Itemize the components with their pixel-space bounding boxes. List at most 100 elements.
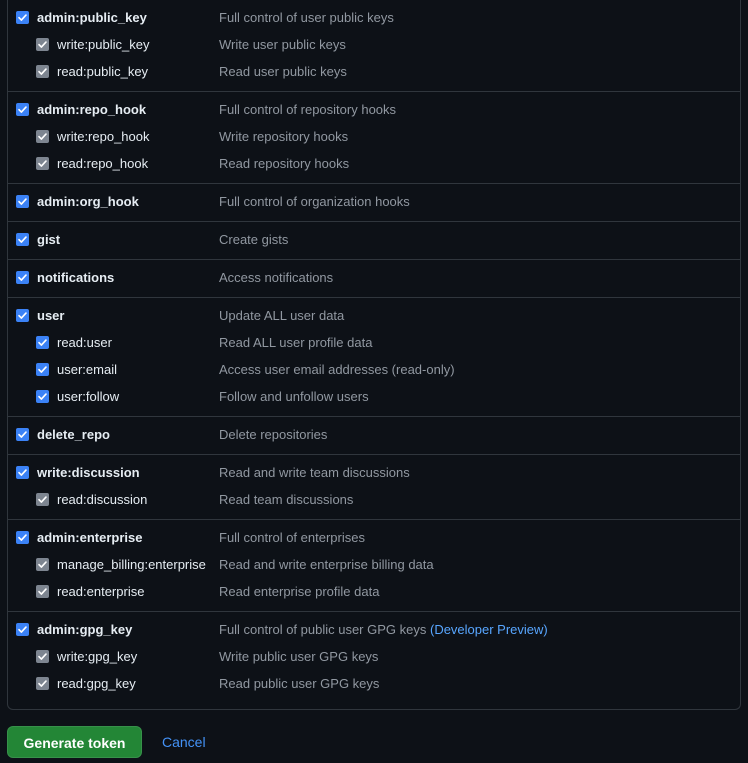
description-text: Full control of repository hooks xyxy=(219,102,397,117)
subscope-name: write:gpg_key xyxy=(57,649,138,664)
scope-group-admin-org-hook: admin:org_hook Full control of organizati… xyxy=(8,183,740,221)
scope-description: Update ALL user data xyxy=(219,307,344,325)
scope-checkbox-admin-org-hook[interactable] xyxy=(16,195,29,208)
subscope-name: manage_billing:enterprise xyxy=(57,557,206,572)
generate-token-button[interactable]: Generate token xyxy=(7,726,142,758)
scope-group-write-discussion: write:discussion Read and write team disc… xyxy=(8,454,740,519)
scope-row-user: user Update ALL user data xyxy=(8,307,740,334)
scope-subrow: write:gpg_key Write public user GPG keys xyxy=(8,648,740,675)
subscope-description: Write public user GPG keys xyxy=(219,648,378,666)
description-text: Update ALL user data xyxy=(219,308,345,323)
scope-description: Full control of organization hooks xyxy=(219,193,410,211)
token-scopes-page: admin:public_key Full control of user pub… xyxy=(0,0,748,763)
scope-checkbox-admin-enterprise[interactable] xyxy=(16,531,29,544)
scope-checkbox-user[interactable] xyxy=(16,309,29,322)
scope-name: admin:public_key xyxy=(37,10,147,25)
scope-subrow: user:email Access user email addresses (r… xyxy=(8,361,740,388)
developer-preview-link[interactable]: (Developer Preview) xyxy=(430,622,548,637)
subscope-checkbox[interactable] xyxy=(36,336,49,349)
description-text: Read public user GPG keys xyxy=(219,676,380,691)
subscope-name: user:email xyxy=(57,362,117,377)
description-text: Read team discussions xyxy=(219,492,354,507)
subscope-checkbox[interactable] xyxy=(36,650,49,663)
scope-subrow: read:discussion Read team discussions xyxy=(8,491,740,518)
description-text: Delete repositories xyxy=(219,427,328,442)
scope-description: Access notifications xyxy=(219,269,333,287)
subscope-checkbox[interactable] xyxy=(36,65,49,78)
scope-name: notifications xyxy=(37,270,115,285)
subscope-checkbox[interactable] xyxy=(36,363,49,376)
scope-row-admin-enterprise: admin:enterprise Full control of enterpri… xyxy=(8,529,740,556)
subscope-checkbox[interactable] xyxy=(36,585,49,598)
description-text: Full control of user public keys xyxy=(219,10,394,25)
scope-description: Full control of repository hooks xyxy=(219,101,396,119)
scope-checkbox-write-discussion[interactable] xyxy=(16,466,29,479)
scope-subrow: manage_billing:enterprise Read and write … xyxy=(8,556,740,583)
description-text: Follow and unfollow users xyxy=(219,389,369,404)
subscope-description: Read repository hooks xyxy=(219,155,349,173)
scope-subrow: write:public_key Write user public keys xyxy=(8,36,740,63)
description-text: Write repository hooks xyxy=(219,129,349,144)
scope-checkbox-admin-gpg-key[interactable] xyxy=(16,623,29,636)
cancel-link[interactable]: Cancel xyxy=(162,733,206,751)
subscope-description: Read team discussions xyxy=(219,491,353,509)
scope-name: admin:org_hook xyxy=(37,194,139,209)
description-text: Access notifications xyxy=(219,270,334,285)
scopes-list: admin:public_key Full control of user pub… xyxy=(7,0,741,710)
scope-checkbox-gist[interactable] xyxy=(16,233,29,246)
scope-group-admin-public-key: admin:public_key Full control of user pub… xyxy=(8,0,740,91)
scope-name: write:discussion xyxy=(37,465,140,480)
subscope-checkbox[interactable] xyxy=(36,677,49,690)
subscope-checkbox[interactable] xyxy=(36,38,49,51)
subscope-name: read:gpg_key xyxy=(57,676,136,691)
scope-description: Delete repositories xyxy=(219,426,327,444)
scope-group-admin-repo-hook: admin:repo_hook Full control of repositor… xyxy=(8,91,740,183)
subscope-description: Read public user GPG keys xyxy=(219,675,379,693)
scope-row-admin-repo-hook: admin:repo_hook Full control of repositor… xyxy=(8,101,740,128)
scope-row-gist: gist Create gists xyxy=(8,231,740,258)
scope-name: admin:repo_hook xyxy=(37,102,147,117)
scope-checkbox-admin-repo-hook[interactable] xyxy=(16,103,29,116)
scope-description: Full control of user public keys xyxy=(219,9,394,27)
scope-row-notifications: notifications Access notifications xyxy=(8,269,740,296)
scope-row-delete-repo: delete_repo Delete repositories xyxy=(8,426,740,453)
subscope-checkbox[interactable] xyxy=(36,130,49,143)
scope-checkbox-admin-public-key[interactable] xyxy=(16,11,29,24)
scope-row-admin-gpg-key: admin:gpg_key Full control of public user… xyxy=(8,621,740,648)
subscope-checkbox[interactable] xyxy=(36,390,49,403)
subscope-description: Read enterprise profile data xyxy=(219,583,379,601)
scope-subrow: read:public_key Read user public keys xyxy=(8,63,740,90)
subscope-checkbox[interactable] xyxy=(36,157,49,170)
scope-subrow: user:follow Follow and unfollow users xyxy=(8,388,740,415)
scope-description: Full control of enterprises xyxy=(219,529,365,547)
subscope-checkbox[interactable] xyxy=(36,558,49,571)
scope-subrow: read:user Read ALL user profile data xyxy=(8,334,740,361)
description-text: Full control of enterprises xyxy=(219,530,365,545)
scope-description: Full control of public user GPG keys (De… xyxy=(219,621,548,639)
subscope-name: read:user xyxy=(57,335,112,350)
subscope-name: read:public_key xyxy=(57,64,149,79)
subscope-description: Access user email addresses (read-only) xyxy=(219,361,455,379)
description-text: Read enterprise profile data xyxy=(219,584,380,599)
subscope-checkbox[interactable] xyxy=(36,493,49,506)
description-text: Read and write enterprise billing data xyxy=(219,557,434,572)
subscope-name: read:repo_hook xyxy=(57,156,149,171)
scope-subrow: read:gpg_key Read public user GPG keys xyxy=(8,675,740,702)
description-text: Read user public keys xyxy=(219,64,347,79)
subscope-name: user:follow xyxy=(57,389,120,404)
scope-name: gist xyxy=(37,232,61,247)
subscope-description: Read ALL user profile data xyxy=(219,334,372,352)
scope-group-admin-gpg-key: admin:gpg_key Full control of public user… xyxy=(8,611,740,703)
scope-name: user xyxy=(37,308,65,323)
scope-checkbox-delete-repo[interactable] xyxy=(16,428,29,441)
description-text: Read and write team discussions xyxy=(219,465,410,480)
scope-row-admin-org-hook: admin:org_hook Full control of organizati… xyxy=(8,193,740,220)
scope-subrow: write:repo_hook Write repository hooks xyxy=(8,128,740,155)
subscope-name: read:enterprise xyxy=(57,584,145,599)
scope-checkbox-notifications[interactable] xyxy=(16,271,29,284)
description-text: Write user public keys xyxy=(219,37,346,52)
scope-group-admin-enterprise: admin:enterprise Full control of enterpri… xyxy=(8,519,740,611)
subscope-description: Read and write enterprise billing data xyxy=(219,556,434,574)
scope-subrow: read:repo_hook Read repository hooks xyxy=(8,155,740,182)
scope-group-gist: gist Create gists xyxy=(8,221,740,259)
